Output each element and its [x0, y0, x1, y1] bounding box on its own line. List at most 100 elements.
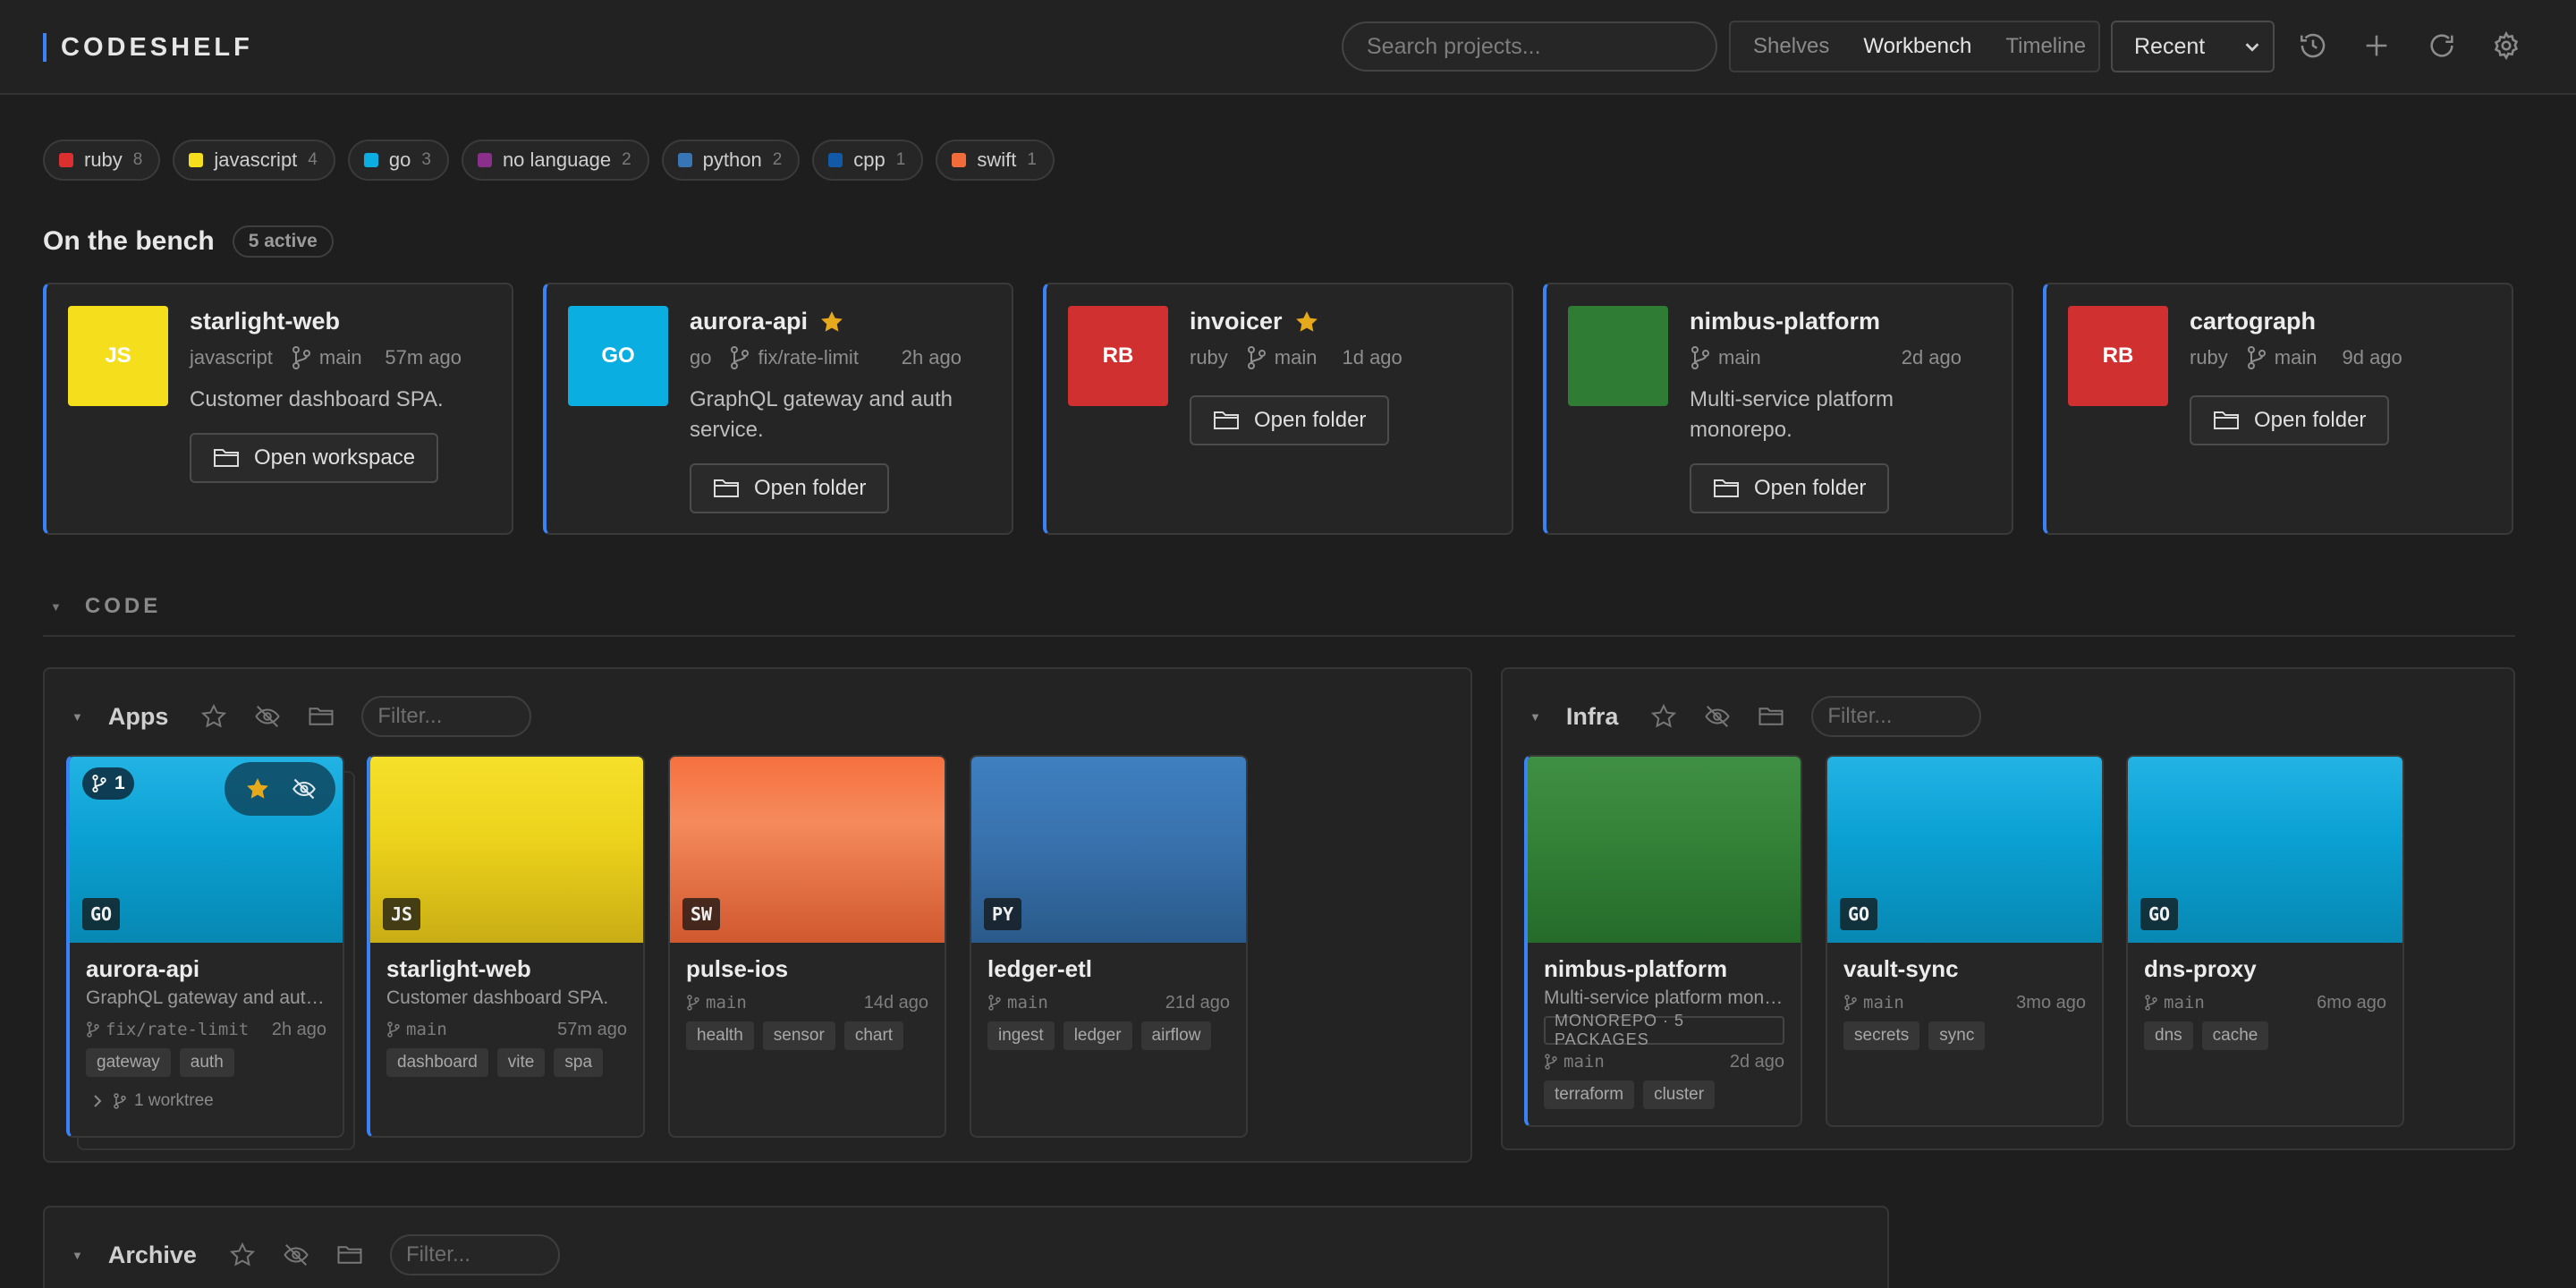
- language-chip-javascript[interactable]: javascript 4: [173, 140, 335, 181]
- tag[interactable]: terraform: [1544, 1080, 1635, 1109]
- card-body: dns-proxy main 6mo ago dns cache: [2128, 943, 2402, 1064]
- folder-icon: [2214, 411, 2239, 429]
- collapse-caret-icon[interactable]: ▼: [1530, 710, 1541, 724]
- no-language-color-dot: [477, 153, 492, 167]
- tag[interactable]: chart: [843, 1021, 904, 1050]
- bench-active-count-badge: 5 active: [232, 225, 334, 258]
- collapse-caret-icon[interactable]: ▼: [72, 1249, 83, 1262]
- collapse-caret-icon[interactable]: ▼: [72, 710, 83, 724]
- open-folder-button[interactable]: Open folder: [2190, 395, 2390, 445]
- project-card-nimbus-platform[interactable]: nimbus-platform Multi-service platform m…: [1524, 755, 1802, 1127]
- bench-card-cartograph[interactable]: RB cartograph ruby main 9d ago Open fold…: [2043, 283, 2513, 535]
- bench-card-starlight-web[interactable]: JS starlight-web javascript main 57m ago…: [43, 283, 513, 535]
- plus-icon[interactable]: [2361, 30, 2392, 61]
- open-folder-button[interactable]: Open folder: [690, 463, 890, 513]
- tab-shelves[interactable]: Shelves: [1736, 34, 1846, 59]
- project-card-starlight-web[interactable]: JS starlight-web Customer dashboard SPA.…: [367, 755, 645, 1138]
- tag[interactable]: sensor: [762, 1021, 835, 1050]
- card-body: vault-sync main 3mo ago secrets sync: [1827, 943, 2102, 1064]
- history-icon[interactable]: [2298, 30, 2328, 61]
- project-meta: main 2d ago: [1544, 1046, 1784, 1077]
- git-branch-icon: [87, 1021, 99, 1038]
- last-opened-time: 21d ago: [1165, 992, 1230, 1013]
- language-chip-no-language[interactable]: no language 2: [461, 140, 649, 181]
- eye-off-icon[interactable]: [283, 1241, 309, 1268]
- star-outline-icon[interactable]: [229, 1241, 256, 1268]
- tag[interactable]: dashboard: [386, 1048, 488, 1077]
- eye-off-icon[interactable]: [292, 776, 317, 801]
- folder-icon: [214, 449, 239, 467]
- search-input[interactable]: [1342, 21, 1717, 72]
- project-meta: main 2d ago: [1690, 343, 1962, 372]
- tag[interactable]: cache: [2201, 1021, 2269, 1050]
- tab-timeline[interactable]: Timeline: [1988, 34, 2103, 59]
- open-workspace-button[interactable]: Open workspace: [190, 433, 439, 483]
- tag[interactable]: ingest: [987, 1021, 1055, 1050]
- shelf-filter-input[interactable]: [1811, 696, 1982, 737]
- shelf-filter-input[interactable]: [361, 696, 532, 737]
- star-outline-icon[interactable]: [1650, 703, 1677, 730]
- tag[interactable]: secrets: [1843, 1021, 1920, 1050]
- tag[interactable]: health: [686, 1021, 754, 1050]
- last-opened-time: 2h ago: [901, 346, 962, 369]
- tag[interactable]: spa: [554, 1048, 604, 1077]
- card-body: ledger-etl main 21d ago ingest ledger airfl…: [971, 943, 1246, 1064]
- star-filled-icon[interactable]: [1293, 309, 1320, 335]
- project-card-pulse-ios[interactable]: SW pulse-ios main 14d ago health sensor cha…: [668, 755, 946, 1138]
- bench-card-aurora-api[interactable]: GO aurora-api go fix/rate-limit 2h ago G…: [543, 283, 1013, 535]
- bench-card-invoicer[interactable]: RB invoicer ruby main 1d ago Open folder: [1043, 283, 1513, 535]
- tag[interactable]: auth: [179, 1048, 234, 1077]
- folder-icon[interactable]: [336, 1241, 363, 1268]
- open-folder-button[interactable]: Open folder: [1190, 395, 1390, 445]
- worktree-toggle[interactable]: 1 worktree: [86, 1091, 326, 1111]
- tag[interactable]: dns: [2144, 1021, 2193, 1050]
- tab-workbench[interactable]: Workbench: [1846, 34, 1988, 59]
- card-body: nimbus-platform Multi-service platform m…: [1528, 943, 1801, 1123]
- folder-icon[interactable]: [1758, 703, 1784, 730]
- language-chip-swift[interactable]: swift 1: [936, 140, 1055, 181]
- gear-icon[interactable]: [2491, 30, 2521, 61]
- language-chip-python[interactable]: python 2: [661, 140, 801, 181]
- tag[interactable]: cluster: [1643, 1080, 1716, 1109]
- folder-icon[interactable]: [308, 703, 335, 730]
- go-color-dot: [363, 153, 378, 167]
- language-chip-go[interactable]: go 3: [347, 140, 449, 181]
- project-card-ledger-etl[interactable]: PY ledger-etl main 21d ago ingest ledger ai…: [970, 755, 1248, 1138]
- project-card-vault-sync[interactable]: GO vault-sync main 3mo ago secrets sync: [1826, 755, 2104, 1127]
- project-name: starlight-web: [190, 308, 341, 335]
- last-opened-time: 2d ago: [1901, 346, 1962, 369]
- star-outline-icon[interactable]: [200, 703, 227, 730]
- bench-title: On the bench: [43, 226, 215, 256]
- eye-off-icon[interactable]: [254, 703, 281, 730]
- sort-select-value: Recent: [2134, 33, 2206, 59]
- open-folder-button[interactable]: Open folder: [1690, 463, 1890, 513]
- tag[interactable]: ledger: [1063, 1021, 1132, 1050]
- language-badge: SW: [682, 898, 721, 930]
- language-chip-cpp[interactable]: cpp 1: [812, 140, 924, 181]
- project-name: nimbus-platform: [1544, 955, 1728, 982]
- tag[interactable]: airflow: [1140, 1021, 1212, 1050]
- bench-card-nimbus-platform[interactable]: nimbus-platform main 2d ago Multi-servic…: [1543, 283, 2013, 535]
- refresh-icon[interactable]: [2427, 30, 2457, 61]
- tag-list: gateway auth: [86, 1048, 326, 1077]
- sort-select[interactable]: Recent: [2111, 21, 2275, 72]
- tag[interactable]: sync: [1928, 1021, 1986, 1050]
- project-name: nimbus-platform: [1690, 308, 1880, 335]
- shelf-filter-input[interactable]: [389, 1234, 560, 1275]
- star-filled-icon[interactable]: [244, 775, 271, 802]
- code-section-header[interactable]: ▼ CODE: [50, 594, 2515, 619]
- tag[interactable]: vite: [496, 1048, 546, 1077]
- project-card-aurora-api[interactable]: 1 GO aurora-api GraphQL gateway and auth…: [66, 755, 344, 1138]
- project-branch: main: [987, 993, 1048, 1013]
- project-branch: fix/rate-limit: [86, 1020, 249, 1039]
- branch-name: main: [2274, 346, 2318, 369]
- collapse-caret-icon[interactable]: ▼: [50, 600, 62, 614]
- chevron-right-icon: [94, 1095, 102, 1107]
- language-chip-ruby[interactable]: ruby 8: [43, 140, 161, 181]
- eye-off-icon[interactable]: [1704, 703, 1731, 730]
- tag[interactable]: gateway: [86, 1048, 171, 1077]
- chip-label: ruby: [84, 148, 123, 171]
- project-card-dns-proxy[interactable]: GO dns-proxy main 6mo ago dns cache: [2126, 755, 2404, 1127]
- project-cover: [1528, 757, 1801, 943]
- star-filled-icon[interactable]: [818, 309, 845, 335]
